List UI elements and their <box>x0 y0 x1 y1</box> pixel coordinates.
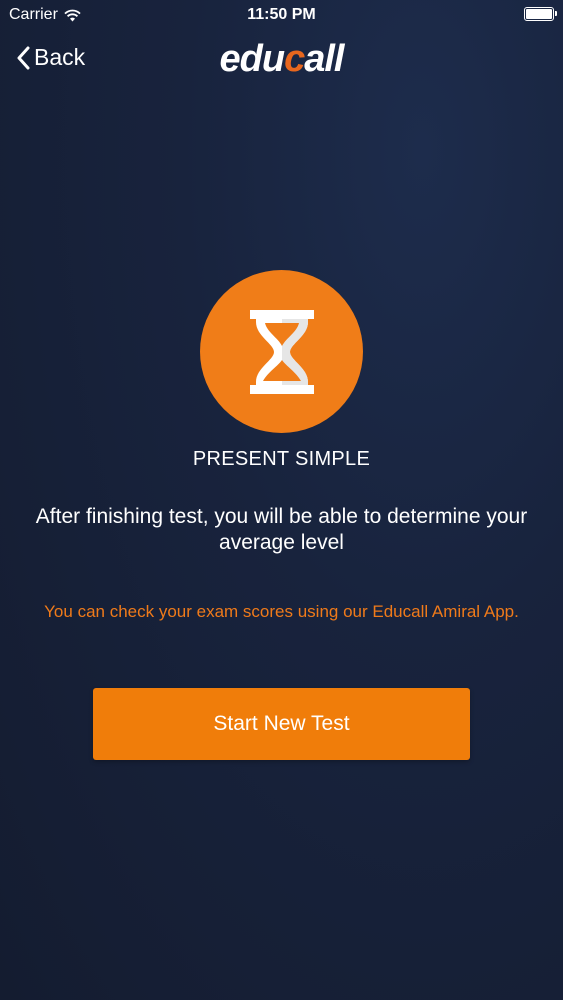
battery-icon <box>524 7 557 21</box>
test-title: PRESENT SIMPLE <box>192 448 371 470</box>
test-description: After finishing test, you will be able t… <box>35 505 528 554</box>
navigation-bar: Back educall <box>0 30 563 88</box>
status-time: 11:50 PM <box>247 6 316 23</box>
hourglass-badge <box>200 270 363 433</box>
status-bar: Carrier 11:50 PM <box>0 0 563 30</box>
hourglass-icon <box>249 309 314 394</box>
exam-scores-note: You can check your exam scores using our… <box>44 602 519 621</box>
educall-logo: educall <box>219 38 345 80</box>
start-new-test-button[interactable]: Start New Test <box>93 688 470 760</box>
